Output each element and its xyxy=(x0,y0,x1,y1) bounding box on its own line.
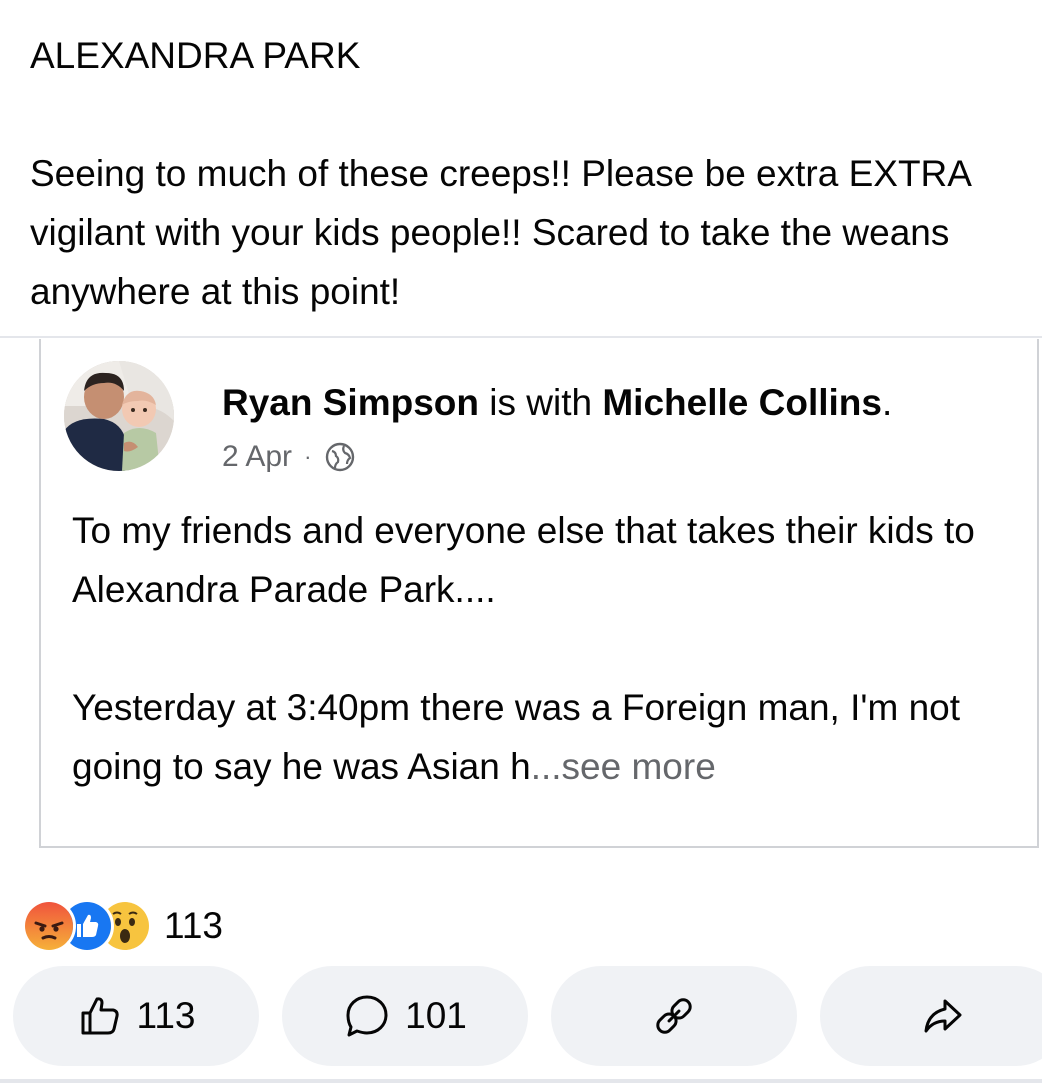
globe-icon xyxy=(323,440,357,474)
comment-button[interactable]: 101 xyxy=(282,966,528,1066)
comment-icon xyxy=(343,992,391,1040)
angry-icon xyxy=(22,899,76,953)
shared-post-meta: 2 Apr · xyxy=(222,437,357,477)
copy-link-button[interactable] xyxy=(551,966,797,1066)
reaction-count[interactable]: 113 xyxy=(164,905,223,947)
shared-post-author-line: Ryan Simpson is with Michelle Collins. xyxy=(222,382,893,423)
author-name[interactable]: Ryan Simpson xyxy=(222,382,479,423)
shared-post-divider xyxy=(0,336,1042,338)
shared-post-text: To my friends and everyone else that tak… xyxy=(72,501,1012,796)
meta-separator: · xyxy=(304,444,312,469)
post-text: ALEXANDRA PARK Seeing to much of these c… xyxy=(30,26,1020,321)
like-button[interactable]: 113 xyxy=(13,966,259,1066)
tagged-name[interactable]: Michelle Collins xyxy=(602,382,882,423)
comment-count: 101 xyxy=(405,995,467,1036)
shared-paragraph-1: To my friends and everyone else that tak… xyxy=(72,510,975,610)
see-more-link[interactable]: ...see more xyxy=(531,746,716,787)
reaction-summary[interactable]: 113 xyxy=(22,898,223,954)
with-text: is with xyxy=(479,382,603,423)
bottom-divider xyxy=(0,1079,1042,1083)
post-heading: ALEXANDRA PARK xyxy=(30,35,361,76)
post-date[interactable]: 2 Apr xyxy=(222,437,292,477)
link-icon xyxy=(651,993,697,1039)
like-count: 113 xyxy=(136,995,196,1036)
action-bar: 113 101 xyxy=(13,966,1042,1066)
share-icon xyxy=(921,994,965,1038)
shared-paragraph-2: Yesterday at 3:40pm there was a Foreign … xyxy=(72,687,960,787)
avatar[interactable] xyxy=(64,361,174,471)
share-button[interactable] xyxy=(820,966,1042,1066)
thumbs-up-icon xyxy=(77,993,123,1039)
post-body: Seeing to much of these creeps!! Please … xyxy=(30,153,981,312)
shared-post-card[interactable]: Ryan Simpson is with Michelle Collins. 2… xyxy=(39,339,1039,848)
